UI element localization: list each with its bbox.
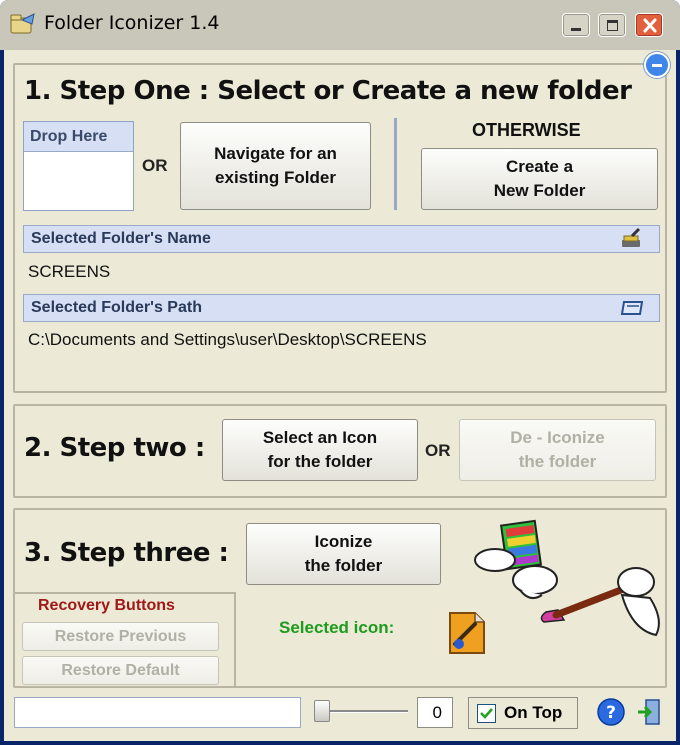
selected-icon-label: Selected icon:	[279, 618, 395, 637]
rename-brush-icon	[622, 227, 641, 247]
slider-thumb[interactable]	[314, 700, 330, 722]
collapse-icon	[652, 64, 662, 67]
minimize-icon	[571, 28, 581, 31]
drop-zone[interactable]: Drop Here	[23, 121, 134, 211]
drop-zone-label: Drop Here	[24, 122, 133, 152]
select-icon-button[interactable]: Select an Icon for the folder	[222, 419, 418, 481]
help-icon[interactable]: ?	[596, 697, 626, 727]
svg-text:?: ?	[606, 703, 616, 723]
close-icon	[643, 18, 657, 33]
collapse-button[interactable]	[644, 52, 670, 78]
restore-previous-button[interactable]: Restore Previous	[22, 622, 219, 651]
folder-name-value: SCREENS	[28, 262, 111, 281]
on-top-checkbox[interactable]	[477, 704, 496, 723]
minimize-button[interactable]	[562, 13, 590, 37]
folder-path-value: C:\Documents and Settings\user\Desktop\S…	[28, 330, 427, 349]
folder-path-header-label: Selected Folder's Path	[31, 299, 202, 316]
step-one-heading: 1. Step One : Select or Create a new fol…	[24, 76, 632, 106]
paintbrush-glove-icon	[540, 567, 660, 637]
otherwise-label: OTHERWISE	[472, 120, 581, 140]
exit-icon[interactable]	[636, 697, 662, 727]
check-icon	[480, 708, 493, 719]
status-field	[14, 697, 301, 728]
folder-name-header: Selected Folder's Name	[23, 225, 660, 253]
step-three-heading: 3. Step three :	[24, 538, 229, 568]
close-button[interactable]	[635, 13, 663, 37]
window-title: Folder Iconizer 1.4	[44, 12, 220, 34]
step-two-heading: 2. Step two :	[24, 433, 205, 463]
folder-path-header: Selected Folder's Path	[23, 294, 660, 322]
app-icon	[10, 13, 35, 34]
create-folder-button[interactable]: Create a New Folder	[421, 148, 658, 210]
on-top-toggle[interactable]: On Top	[468, 697, 578, 729]
title-bar[interactable]: Folder Iconizer 1.4	[0, 0, 680, 50]
on-top-label: On Top	[504, 703, 563, 722]
folder-path-icon	[620, 301, 644, 315]
recovery-title: Recovery Buttons	[38, 597, 175, 614]
step-two-or-label: OR	[425, 441, 451, 460]
step-one-or-label: OR	[142, 156, 168, 175]
maximize-button[interactable]	[598, 13, 626, 37]
folder-name-header-label: Selected Folder's Name	[31, 230, 211, 247]
navigate-folder-button[interactable]: Navigate for an existing Folder	[180, 122, 371, 210]
iconize-button[interactable]: Iconize the folder	[246, 523, 441, 585]
slider-value-box[interactable]: 0	[417, 697, 453, 728]
selected-folder-icon	[449, 612, 485, 654]
maximize-icon	[607, 20, 618, 31]
vertical-divider	[394, 118, 397, 210]
app-window: Folder Iconizer 1.4 1. Step One : Select…	[0, 0, 680, 745]
restore-default-button[interactable]: Restore Default	[22, 656, 219, 685]
deiconize-button[interactable]: De - Iconize the folder	[459, 419, 656, 481]
